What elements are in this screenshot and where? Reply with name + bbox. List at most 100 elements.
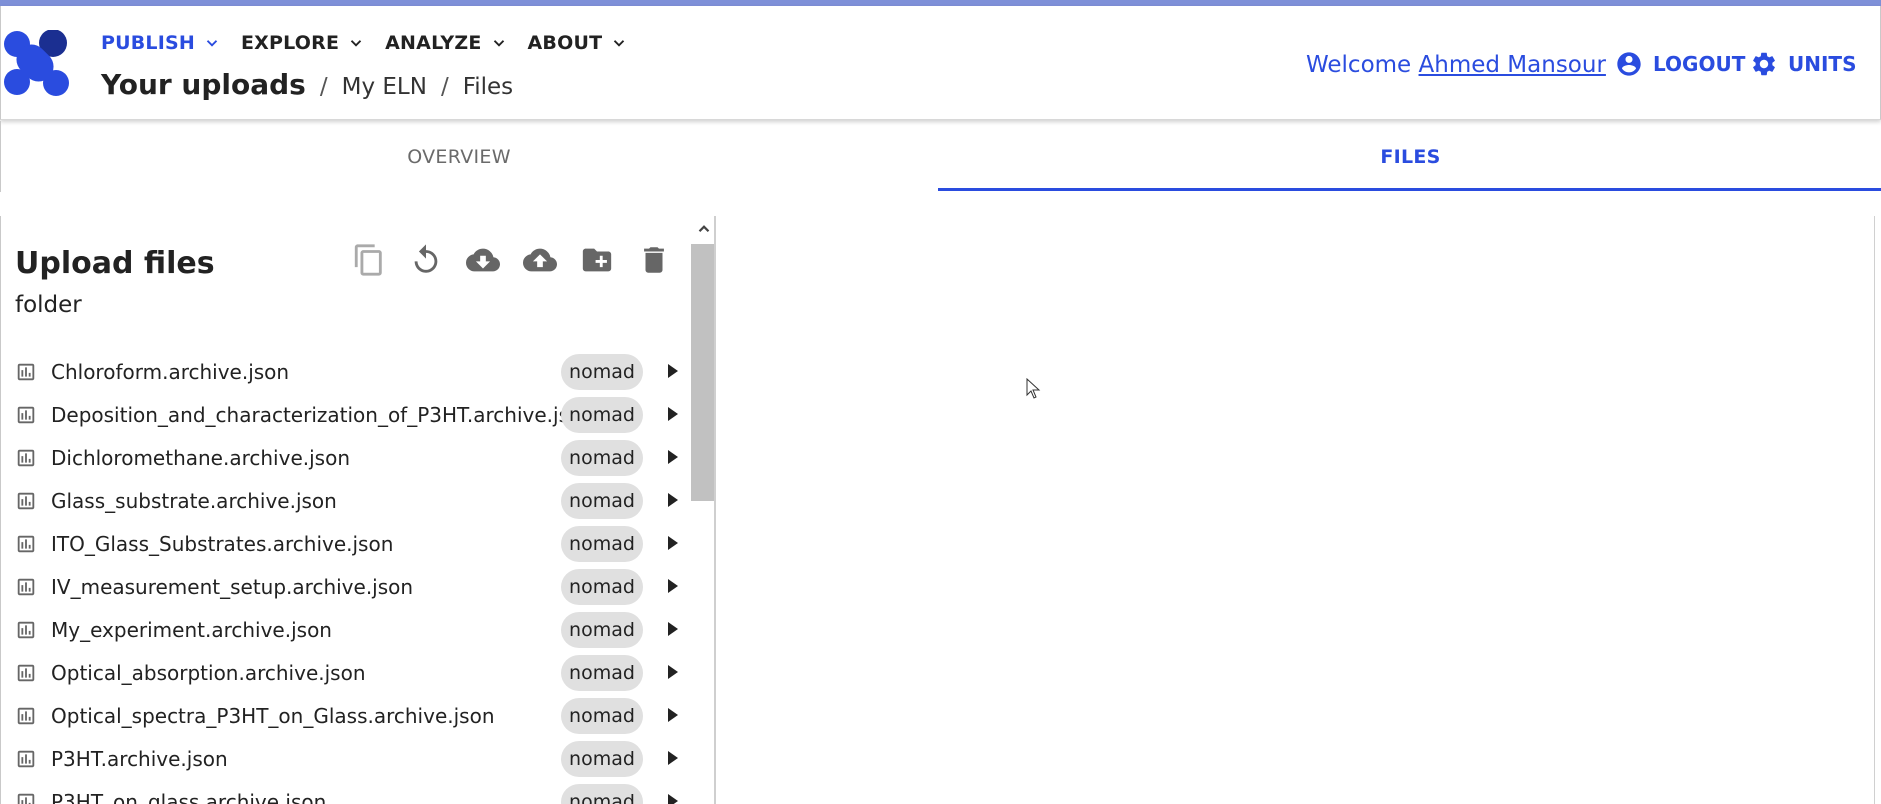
nav-publish[interactable]: PUBLISH: [101, 28, 221, 58]
file-toolbar: [351, 242, 693, 278]
account-circle-icon: [1617, 52, 1641, 76]
assessment-icon: [17, 750, 35, 768]
tab-bar: OVERVIEW FILES: [0, 121, 1881, 192]
logout-button[interactable]: LOGOUT: [1615, 50, 1745, 78]
expand-arrow-icon[interactable]: [666, 405, 680, 423]
delete-icon: [644, 247, 664, 273]
assessment-icon: [17, 363, 35, 381]
units-button[interactable]: UNITS: [1750, 50, 1856, 78]
units-label: UNITS: [1788, 52, 1857, 76]
tab-files-label: FILES: [1380, 145, 1441, 168]
breadcrumb-item-files: Files: [462, 74, 514, 100]
main-nav: PUBLISH EXPLORE ANALYZE ABOUT: [101, 28, 648, 58]
expand-arrow-icon[interactable]: [666, 491, 680, 509]
nomad-logo[interactable]: [3, 30, 71, 98]
delete-button[interactable]: [636, 242, 672, 278]
download-button[interactable]: [465, 242, 501, 278]
file-list-item[interactable]: My_experiment.archive.json nomad: [1, 608, 691, 651]
file-list-item[interactable]: IV_measurement_setup.archive.json nomad: [1, 565, 691, 608]
file-name: Optical_spectra_P3HT_on_Glass.archive.js…: [51, 703, 495, 728]
nav-analyze[interactable]: ANALYZE: [385, 28, 507, 58]
assessment-icon: [17, 535, 35, 553]
assessment-icon: [17, 449, 35, 467]
upload-files-panel: Upload files folder Chloroform.archive.j…: [0, 216, 716, 804]
panel-scrollbar[interactable]: [691, 216, 714, 804]
expand-arrow-icon[interactable]: [666, 792, 680, 804]
nav-analyze-label: ANALYZE: [385, 32, 482, 54]
file-name: Glass_substrate.archive.json: [51, 488, 337, 513]
parser-tag-chip: nomad: [561, 740, 643, 777]
file-list-item[interactable]: Deposition_and_characterization_of_P3HT.…: [1, 393, 691, 436]
file-list-item[interactable]: ITO_Glass_Substrates.archive.json nomad: [1, 522, 691, 565]
file-preview-area: [718, 216, 1875, 804]
active-tab-indicator: [938, 188, 1881, 191]
panel-subtitle: folder: [15, 292, 82, 318]
tab-overview[interactable]: OVERVIEW: [1, 121, 917, 192]
tab-overview-label: OVERVIEW: [407, 145, 511, 168]
upload-button[interactable]: [522, 242, 558, 278]
parser-tag-chip: nomad: [561, 353, 643, 390]
breadcrumb-root[interactable]: Your uploads: [101, 68, 306, 101]
nav-explore[interactable]: EXPLORE: [241, 28, 365, 58]
file-name: Chloroform.archive.json: [51, 359, 290, 384]
expand-arrow-icon[interactable]: [666, 749, 680, 767]
nav-explore-label: EXPLORE: [241, 32, 340, 54]
copy-button[interactable]: [351, 242, 387, 278]
app-bar: PUBLISH EXPLORE ANALYZE ABOUT Your uploa…: [0, 6, 1881, 120]
file-list-item[interactable]: Dichloromethane.archive.json nomad: [1, 436, 691, 479]
parser-tag-chip: nomad: [561, 439, 643, 476]
assessment-icon: [17, 793, 35, 804]
scroll-thumb[interactable]: [691, 244, 714, 501]
file-name: My_experiment.archive.json: [51, 617, 332, 642]
create-folder-button[interactable]: [579, 242, 615, 278]
chevron-down-icon: [614, 40, 625, 47]
expand-arrow-icon[interactable]: [666, 362, 680, 380]
file-list-item[interactable]: Chloroform.archive.json nomad: [1, 350, 691, 393]
expand-arrow-icon[interactable]: [666, 577, 680, 595]
breadcrumb: Your uploads / My ELN / Files: [101, 68, 513, 101]
cloud-upload-icon: [523, 248, 557, 272]
file-list-item[interactable]: P3HT.archive.json nomad: [1, 737, 691, 780]
file-name: IV_measurement_setup.archive.json: [51, 574, 414, 599]
scroll-up-arrow-icon[interactable]: [695, 220, 713, 238]
nav-publish-label: PUBLISH: [101, 32, 195, 54]
nav-about[interactable]: ABOUT: [528, 28, 629, 58]
welcome-message: Welcome Ahmed Mansour: [1306, 52, 1606, 78]
file-list-item[interactable]: Glass_substrate.archive.json nomad: [1, 479, 691, 522]
breadcrumb-separator: /: [440, 74, 449, 100]
parser-tag-chip: nomad: [561, 697, 643, 734]
breadcrumb-item-my-eln[interactable]: My ELN: [342, 74, 427, 100]
welcome-prefix: Welcome: [1306, 52, 1412, 78]
expand-arrow-icon[interactable]: [666, 663, 680, 681]
reload-icon: [414, 244, 438, 273]
tab-files[interactable]: FILES: [939, 121, 1881, 192]
parser-tag-chip: nomad: [561, 783, 643, 804]
parser-tag-chip: nomad: [561, 568, 643, 605]
gear-icon: [1753, 52, 1775, 76]
chevron-down-icon: [350, 40, 362, 47]
user-name-link[interactable]: Ahmed Mansour: [1419, 52, 1606, 78]
file-name: Dichloromethane.archive.json: [51, 445, 350, 470]
breadcrumb-separator: /: [319, 74, 328, 100]
logout-label: LOGOUT: [1653, 52, 1746, 76]
file-list-item[interactable]: Optical_spectra_P3HT_on_Glass.archive.js…: [1, 694, 691, 737]
assessment-icon: [17, 492, 35, 510]
assessment-icon: [17, 578, 35, 596]
expand-arrow-icon[interactable]: [666, 706, 680, 724]
parser-tag-chip: nomad: [561, 611, 643, 648]
file-list: Chloroform.archive.json nomad Deposition_a…: [1, 350, 691, 804]
mouse-cursor-icon: [1026, 378, 1041, 399]
file-list-item[interactable]: Optical_absorption.archive.json nomad: [1, 651, 691, 694]
chevron-down-icon: [493, 40, 504, 47]
assessment-icon: [17, 707, 35, 725]
parser-tag-chip: nomad: [561, 396, 643, 433]
expand-arrow-icon[interactable]: [666, 620, 680, 638]
file-name: ITO_Glass_Substrates.archive.json: [51, 531, 394, 556]
expand-arrow-icon[interactable]: [666, 534, 680, 552]
file-list-item[interactable]: P3HT_on_glass.archive.json nomad: [1, 780, 691, 804]
assessment-icon: [17, 621, 35, 639]
reload-button[interactable]: [408, 242, 444, 278]
file-name: Optical_absorption.archive.json: [51, 660, 366, 685]
expand-arrow-icon[interactable]: [666, 448, 680, 466]
assessment-icon: [17, 664, 35, 682]
